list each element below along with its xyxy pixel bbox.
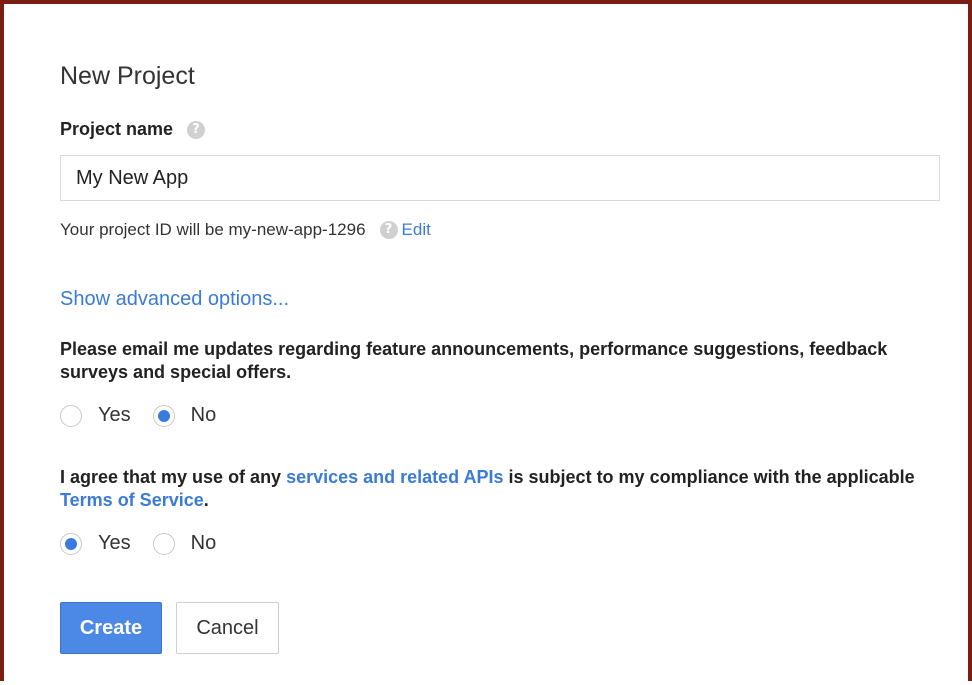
email-yes-option[interactable]: Yes (60, 404, 131, 427)
dialog-title: New Project (60, 62, 195, 90)
project-name-input[interactable] (60, 155, 940, 201)
edit-project-id-link[interactable]: Edit (402, 220, 431, 240)
terms-yes-label: Yes (98, 532, 131, 554)
terms-text-part-2: is subject to my compliance with the app… (503, 467, 915, 487)
terms-no-label: No (190, 532, 217, 554)
email-updates-radio-group: Yes No (60, 404, 238, 427)
terms-no-option[interactable]: No (152, 532, 217, 555)
email-updates-question: Please email me updates regarding featur… (60, 339, 888, 382)
dialog-buttons: Create Cancel (60, 602, 279, 654)
project-name-label: Project name (60, 119, 174, 139)
email-yes-label: Yes (98, 404, 131, 426)
email-yes-radio[interactable] (60, 404, 82, 427)
terms-radio-group: Yes No (60, 532, 238, 555)
email-no-radio[interactable] (152, 404, 175, 427)
help-icon[interactable]: ? (379, 221, 398, 239)
email-no-option[interactable]: No (152, 404, 217, 427)
terms-yes-option[interactable]: Yes (60, 532, 131, 555)
new-project-dialog: New Project Project name ? Your project … (60, 4, 940, 685)
project-name-label-row: Project name ? (60, 119, 206, 140)
terms-text-part-3: . (203, 490, 209, 510)
create-button[interactable]: Create (60, 602, 162, 654)
terms-text-part-1: I agree that my use of any (60, 467, 287, 487)
help-icon[interactable]: ? (187, 120, 206, 139)
services-and-apis-link[interactable]: services and related APIs (286, 467, 503, 487)
terms-agreement-text: I agree that my use of any services and … (60, 466, 940, 512)
project-id-row: Your project ID will be my-new-app-1296 … (60, 220, 431, 240)
show-advanced-options-link[interactable]: Show advanced options... (60, 288, 289, 311)
cancel-button[interactable]: Cancel (176, 602, 279, 654)
email-no-label: No (190, 404, 217, 426)
project-id-text: Your project ID will be my-new-app-1296 (60, 220, 366, 239)
terms-yes-radio[interactable] (60, 532, 82, 555)
window-frame: New Project Project name ? Your project … (0, 0, 972, 681)
terms-no-radio[interactable] (152, 532, 175, 555)
terms-of-service-link[interactable]: Terms of Service (60, 490, 204, 510)
